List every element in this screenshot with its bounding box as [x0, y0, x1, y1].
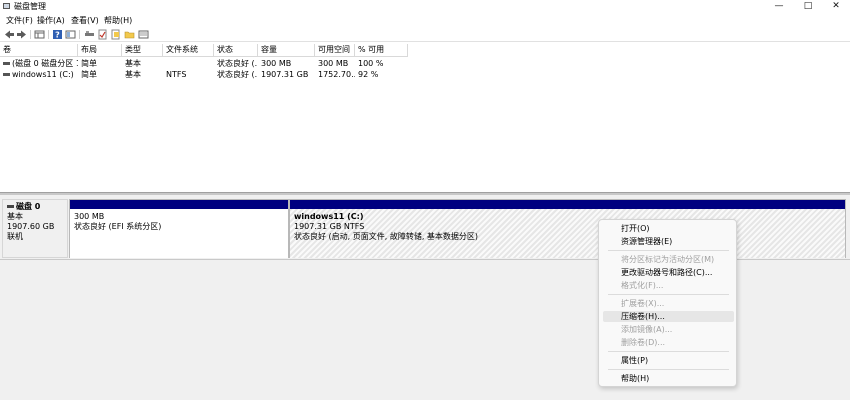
column-header-layout[interactable]: 布局 — [78, 44, 122, 57]
window-title: 磁盘管理 — [14, 2, 46, 11]
svg-text:?: ? — [55, 31, 60, 40]
menu-item-open[interactable]: 打开(O) — [603, 223, 734, 234]
partition-band — [70, 200, 288, 209]
column-header-free-space[interactable]: 可用空间 — [315, 44, 355, 57]
context-menu: 打开(O) 资源管理器(E) 将分区标记为活动分区(M) 更改驱动器号和路径(C… — [598, 219, 737, 387]
volume-icon — [3, 73, 10, 76]
folder-icon[interactable] — [124, 29, 135, 40]
type-cell: 基本 — [125, 59, 141, 68]
table-row[interactable]: windows11 (C:) 简单 基本 NTFS 状态良好 (... 1907… — [0, 69, 850, 80]
menu-item-explorer[interactable]: 资源管理器(E) — [603, 236, 734, 247]
arrow-right-icon[interactable] — [16, 29, 27, 40]
check-icon[interactable] — [97, 29, 108, 40]
menu-item-add-mirror: 添加镜像(A)... — [621, 325, 673, 334]
type-cell: 基本 — [125, 70, 141, 79]
disk-0-info[interactable]: 磁盘 0 基本 1907.60 GB 联机 — [2, 199, 68, 258]
free-space-cell: 300 MB — [318, 59, 349, 68]
column-header-volume[interactable]: 卷 — [0, 44, 78, 57]
menu-separator — [608, 294, 729, 295]
disk-icon — [7, 205, 14, 208]
partition-efi-body: 300 MB 状态良好 (EFI 系统分区) — [70, 209, 288, 258]
partition-status: 状态良好 (启动, 页面文件, 故障转储, 基本数据分区) — [294, 232, 479, 241]
column-header-capacity[interactable]: 容量 — [258, 44, 315, 57]
menu-help[interactable]: 帮助(H) — [104, 15, 132, 26]
menu-action[interactable]: 操作(A) — [37, 15, 65, 26]
capacity-cell: 300 MB — [261, 59, 292, 68]
help-icon[interactable]: ? — [52, 29, 63, 40]
menu-item-delete: 删除卷(D)... — [621, 338, 666, 347]
toolbar-separator — [79, 30, 80, 39]
menu-item-properties[interactable]: 属性(P) — [603, 355, 734, 366]
volume-name: (磁盘 0 磁盘分区 1) — [12, 59, 78, 68]
partition-name: windows11 (C:) — [294, 212, 364, 221]
disk-type: 基本 — [7, 212, 23, 221]
volume-name-cell: windows11 (C:) — [0, 69, 78, 80]
filesystem-cell: NTFS — [166, 70, 187, 79]
percent-free-cell: 100 % — [358, 59, 384, 68]
disk-name: 磁盘 0 — [16, 202, 41, 211]
menu-item-shrink[interactable]: 压缩卷(H)... — [603, 311, 734, 322]
maximize-button[interactable]: □ — [794, 0, 822, 13]
volume-icon — [3, 62, 10, 65]
partition-c-body: windows11 (C:) 1907.31 GB NTFS 状态良好 (启动,… — [290, 209, 845, 258]
filesystem-cell — [163, 58, 214, 69]
volume-list-header: 卷 布局 类型 文件系统 状态 容量 可用空间 % 可用 — [0, 44, 850, 57]
volume-name-cell: (磁盘 0 磁盘分区 1) — [0, 58, 78, 69]
partition-band — [290, 200, 845, 209]
toolbar-separator — [48, 30, 49, 39]
free-space-cell: 1752.70... — [318, 70, 355, 79]
menu-separator — [608, 250, 729, 251]
title-bar: 磁盘管理 — □ ✕ — [0, 0, 850, 13]
menu-view[interactable]: 查看(V) — [71, 15, 99, 26]
percent-free-cell: 92 % — [358, 70, 379, 79]
toolbar: ? — [0, 27, 850, 42]
menu-file[interactable]: 文件(F) — [6, 15, 33, 26]
partition-c[interactable]: windows11 (C:) 1907.31 GB NTFS 状态良好 (启动,… — [289, 199, 846, 258]
layout-cell: 简单 — [81, 59, 97, 68]
close-button[interactable]: ✕ — [822, 0, 850, 13]
menu-item-mark-active: 将分区标记为活动分区(M) — [621, 255, 715, 264]
add-folder-icon[interactable] — [110, 29, 121, 40]
disk-management-app-icon — [3, 3, 10, 9]
status-cell: 状态良好 (... — [217, 70, 258, 79]
partition-efi[interactable]: 300 MB 状态良好 (EFI 系统分区) — [69, 199, 289, 258]
menu-bar: 文件(F) 操作(A) 查看(V) 帮助(H) — [0, 14, 850, 26]
column-header-status[interactable]: 状态 — [214, 44, 258, 57]
menu-separator — [608, 369, 729, 370]
connect-icon[interactable] — [84, 29, 95, 40]
status-cell: 状态良好 (... — [217, 59, 258, 68]
detail-view-icon[interactable] — [138, 29, 149, 40]
menu-item-extend: 扩展卷(X)... — [621, 299, 665, 308]
volume-name: windows11 (C:) — [12, 70, 74, 79]
arrow-left-icon[interactable] — [4, 29, 15, 40]
partition-size: 1907.31 GB NTFS — [294, 222, 365, 231]
partition-status: 状态良好 (EFI 系统分区) — [74, 222, 162, 231]
menu-separator — [608, 351, 729, 352]
layout-cell: 简单 — [81, 70, 97, 79]
table-row[interactable]: (磁盘 0 磁盘分区 1) 简单 基本 状态良好 (... 300 MB 300… — [0, 58, 850, 69]
column-header-filesystem[interactable]: 文件系统 — [163, 44, 214, 57]
column-header-percent-free[interactable]: % 可用 — [355, 44, 408, 57]
volume-list: 卷 布局 类型 文件系统 状态 容量 可用空间 % 可用 (磁盘 0 磁盘分区 … — [0, 44, 850, 192]
column-header-type[interactable]: 类型 — [122, 44, 163, 57]
menu-item-help[interactable]: 帮助(H) — [603, 373, 734, 384]
menu-item-format: 格式化(F)... — [621, 281, 664, 290]
disk-status: 联机 — [7, 232, 23, 241]
partition-size: 300 MB — [74, 212, 105, 221]
list-view-icon[interactable] — [34, 29, 45, 40]
menu-item-change-drive-letter[interactable]: 更改驱动器号和路径(C)... — [603, 267, 734, 278]
minimize-button[interactable]: — — [765, 0, 793, 13]
disk-size: 1907.60 GB — [7, 222, 55, 231]
toolbar-separator — [30, 30, 31, 39]
properties-icon[interactable] — [65, 29, 76, 40]
disk-name-row: 磁盘 0 — [7, 202, 63, 212]
capacity-cell: 1907.31 GB — [261, 70, 309, 79]
